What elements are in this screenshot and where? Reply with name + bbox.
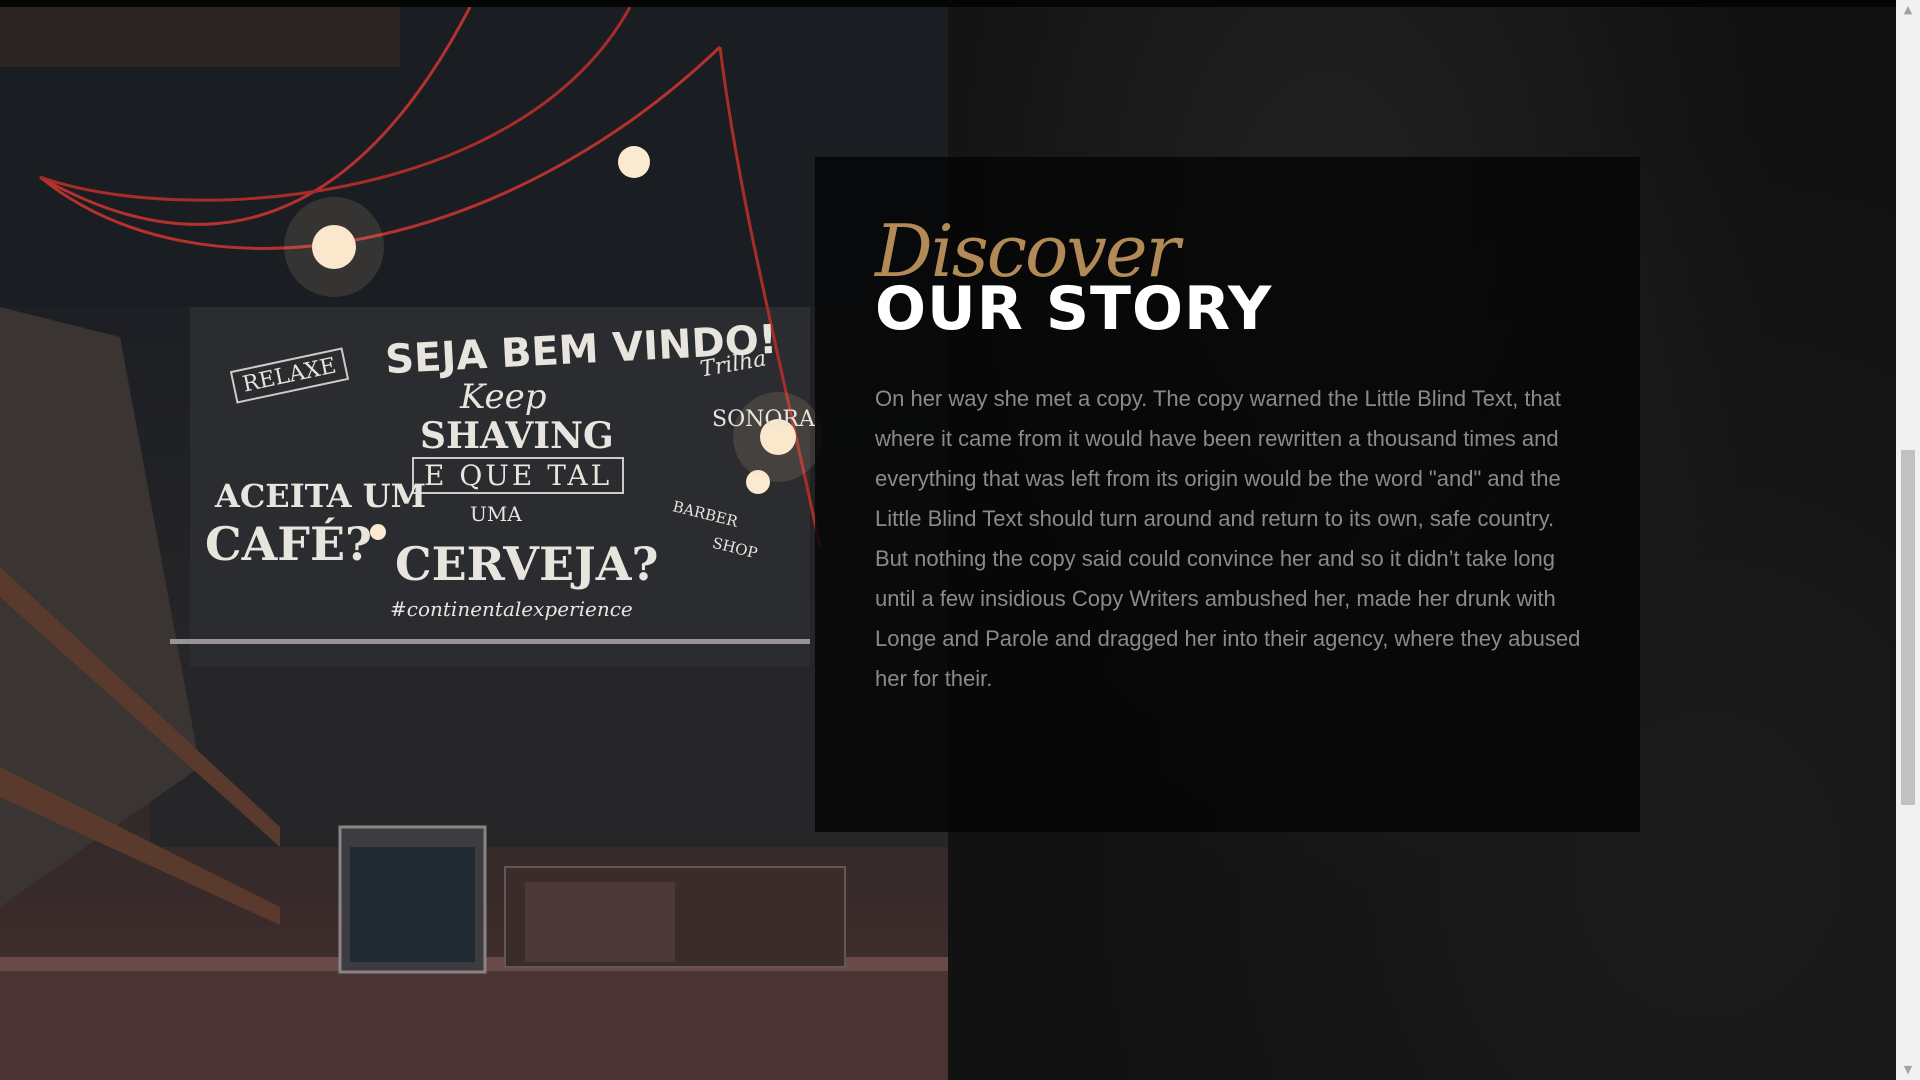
sign-hashtag: #continentalexperience (390, 597, 633, 621)
sign-aceita-um: ACEITA UM (215, 477, 427, 515)
bar-interior-photo: SEJA BEM VINDO! Keep SHAVING E QUE TAL U… (0, 7, 948, 1080)
story-heading: OUR STORY (875, 274, 1273, 344)
scrollbar-thumb[interactable] (1901, 450, 1915, 805)
sign-sonora: SONORA (712, 407, 815, 432)
sign-keep: Keep (460, 377, 547, 417)
story-section: SEJA BEM VINDO! Keep SHAVING E QUE TAL U… (0, 7, 1896, 1080)
story-panel: Discover OUR STORY On her way she met a … (815, 157, 1640, 832)
scroll-up-arrow-icon[interactable]: ▲ (1896, 0, 1920, 20)
sign-cerveja: CERVEJA? (395, 537, 659, 591)
sign-e-que-tal: E QUE TAL (412, 457, 625, 494)
scroll-down-arrow-icon[interactable]: ▼ (1896, 1060, 1920, 1080)
top-edge-bar (0, 0, 1896, 7)
sign-uma: UMA (470, 502, 522, 526)
story-body: On her way she met a copy. The copy warn… (875, 386, 1581, 691)
sign-shaving: SHAVING (420, 415, 614, 457)
sign-cafe: CAFÉ? (205, 517, 372, 571)
vertical-scrollbar[interactable]: ▲ ▼ (1896, 0, 1920, 1080)
